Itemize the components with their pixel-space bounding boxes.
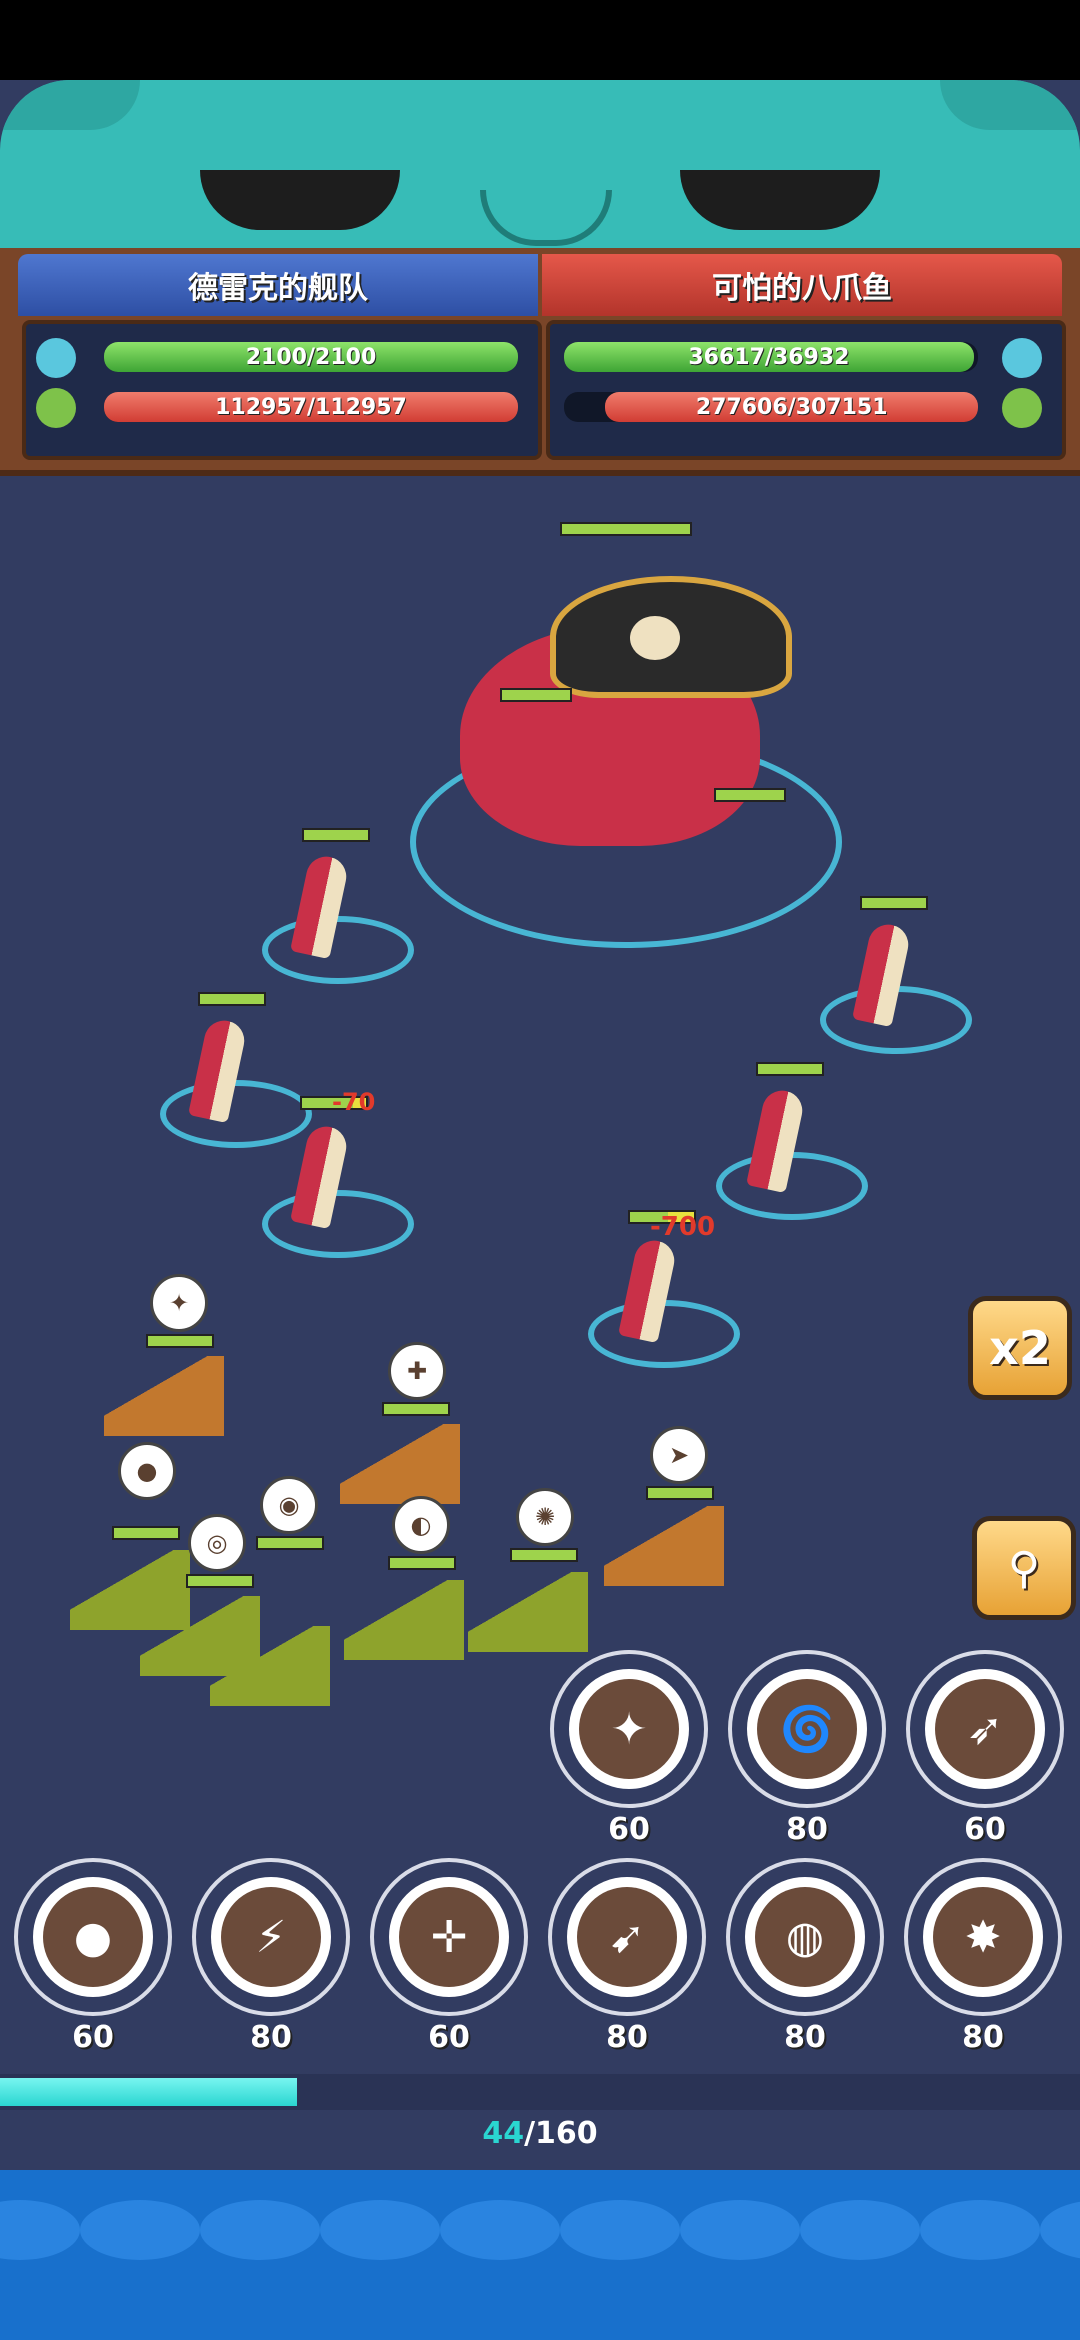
cannonball-icon: ● (43, 1887, 143, 1987)
ship-hp-bar (256, 1536, 324, 1550)
left-team-name: 德雷克的舰队 (18, 254, 538, 316)
skill-button-rocket[interactable]: ➹ (548, 1858, 706, 2016)
skill-button-bomb[interactable]: ◍ (726, 1858, 884, 2016)
magnifier-icon: ⚲ (1007, 1542, 1041, 1594)
ship-skill-badge: ◎ (188, 1514, 246, 1572)
skill-cost: 80 (786, 1812, 828, 1847)
skill-button-burst[interactable]: ✦ (550, 1650, 708, 1808)
boss-arm-hp-bar-2 (714, 788, 786, 802)
magnifier-button[interactable]: ⚲ (972, 1516, 1076, 1620)
left-crew-hp-bar: 2100/2100 (104, 342, 518, 372)
skill-button-tornado[interactable]: 🌀 (728, 1650, 886, 1808)
ship-avatar-icon (36, 388, 76, 428)
skill-cost: 80 (250, 2020, 292, 2055)
explosion-icon: ✸ (933, 1887, 1033, 1987)
crew-avatar-icon (36, 338, 76, 378)
enemy-ship-avatar-icon (1002, 388, 1042, 428)
skill-button-compass[interactable]: ✛ (370, 1858, 528, 2016)
skill-cost: 60 (964, 1812, 1006, 1847)
skill-cost: 80 (606, 2020, 648, 2055)
battle-header: 德雷克的舰队 可怕的八爪鱼 2100/2100 112957/112957 36… (0, 248, 1080, 476)
cat-ear-right (940, 80, 1080, 130)
rocket-icon: ➹ (577, 1887, 677, 1987)
skill-cost: 80 (784, 2020, 826, 2055)
skill-cost: 60 (72, 2020, 114, 2055)
status-bar (0, 0, 1080, 80)
lightning-orb-icon: ⚡ (221, 1887, 321, 1987)
speed-toggle-button[interactable]: x2 (968, 1296, 1072, 1400)
ship-hp-bar (510, 1548, 578, 1562)
enemy-crew-avatar-icon (1002, 338, 1042, 378)
skill-button-shark[interactable]: ➶ (906, 1650, 1064, 1808)
energy-max: /160 (524, 2116, 598, 2151)
shark-icon: ➶ (935, 1679, 1035, 1779)
cat-mouth (480, 190, 612, 246)
tentacle-hp-bar (860, 896, 928, 910)
player-ship[interactable] (340, 1424, 460, 1504)
tentacle-hp-bar (302, 828, 370, 842)
ship-hp-bar (146, 1334, 214, 1348)
tentacle-hp-bar (198, 992, 266, 1006)
boss-hp-bar (560, 522, 692, 536)
burst-icon: ✦ (579, 1679, 679, 1779)
right-team-stats: 36617/36932 277606/307151 (546, 320, 1066, 460)
ship-skill-badge: ✺ (516, 1488, 574, 1546)
skill-cost: 80 (962, 2020, 1004, 2055)
ship-skill-badge: ✦ (150, 1274, 208, 1332)
ship-hp-bar (382, 1402, 450, 1416)
right-fleet-hp-bar: 277606/307151 (605, 392, 978, 422)
ship-hp-bar (112, 1526, 180, 1540)
ship-skill-badge: ➤ (650, 1426, 708, 1484)
boss-arm-hp-bar (500, 688, 572, 702)
energy-fill (0, 2078, 297, 2106)
skill-button-explosion[interactable]: ✸ (904, 1858, 1062, 2016)
cat-ear-left (0, 80, 140, 130)
left-team-stats: 2100/2100 112957/112957 (22, 320, 542, 460)
right-team-name: 可怕的八爪鱼 (542, 254, 1062, 316)
damage-popup: -700 (650, 1212, 716, 1242)
left-fleet-hp-bar: 112957/112957 (104, 392, 518, 422)
cat-banner (0, 80, 1080, 255)
sea-footer (0, 2170, 1080, 2340)
player-ship[interactable] (210, 1626, 330, 1706)
bomb-icon: ◍ (755, 1887, 855, 1987)
ship-skill-badge: ◐ (392, 1496, 450, 1554)
ship-skill-badge: ● (118, 1442, 176, 1500)
player-ship[interactable] (604, 1506, 724, 1586)
skill-button-lightning-orb[interactable]: ⚡ (192, 1858, 350, 2016)
ship-skill-badge: ✚ (388, 1342, 446, 1400)
tornado-icon: 🌀 (757, 1679, 857, 1779)
player-ship[interactable] (468, 1572, 588, 1652)
player-ship[interactable] (344, 1580, 464, 1660)
cat-eye-left (200, 170, 400, 230)
ship-skill-badge: ◉ (260, 1476, 318, 1534)
damage-popup: -70 (332, 1088, 376, 1116)
energy-counter: 44/160 (0, 2116, 1080, 2151)
skill-button-cannonball[interactable]: ● (14, 1858, 172, 2016)
right-crew-hp-bar: 36617/36932 (564, 342, 974, 372)
skull-icon (630, 616, 680, 660)
ship-hp-bar (186, 1574, 254, 1588)
skill-cost: 60 (608, 1812, 650, 1847)
energy-current: 44 (482, 2116, 525, 2151)
cat-eye-right (680, 170, 880, 230)
ship-hp-bar (646, 1486, 714, 1500)
skill-cost: 60 (428, 2020, 470, 2055)
player-ship[interactable] (104, 1356, 224, 1436)
tentacle-hp-bar (756, 1062, 824, 1076)
ship-hp-bar (388, 1556, 456, 1570)
compass-icon: ✛ (399, 1887, 499, 1987)
